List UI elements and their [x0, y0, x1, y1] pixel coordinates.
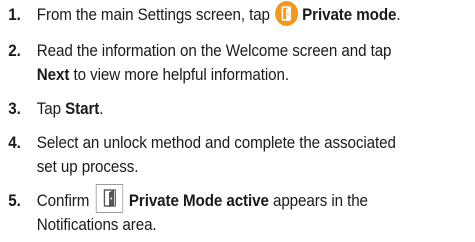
step-text-end: . [396, 6, 401, 24]
step-text-line2: set up process. [36, 158, 139, 176]
step-text: Select an unlock method and complete the… [36, 134, 396, 152]
step-text: Read the information on the Welcome scre… [36, 42, 392, 60]
step-4: 4. Select an unlock method and complete … [0, 131, 469, 179]
step-3: 3. Tap Start. [0, 97, 469, 121]
step-number: 2. [8, 42, 21, 60]
step-number: 1. [8, 6, 21, 24]
step-text: Tap [36, 100, 66, 118]
step-5: 5. Confirm Private Mode active appears i… [0, 184, 469, 237]
next-label: Next [36, 66, 70, 84]
private-mode-notification-icon [95, 184, 124, 214]
private-mode-label: Private mode [302, 6, 397, 24]
step-number: 4. [8, 134, 21, 152]
step-text: From the main Settings screen, tap [36, 6, 270, 24]
step-text-end: appears in the [268, 192, 368, 210]
instruction-steps: 1. From the main Settings screen, tap Pr… [0, 1, 475, 237]
start-label: Start [65, 100, 100, 118]
step-text-end: to view more helpful information. [69, 66, 289, 84]
step-text: Confirm [36, 192, 90, 210]
private-mode-icon [275, 1, 299, 27]
step-text-line2: Notifications area. [36, 216, 157, 235]
step-number: 5. [8, 192, 21, 210]
step-1: 1. From the main Settings screen, tap Pr… [0, 1, 469, 27]
private-mode-active-label: Private Mode active [128, 192, 269, 210]
step-2: 2. Read the information on the Welcome s… [0, 39, 469, 87]
step-number: 3. [8, 100, 21, 118]
step-text-end: . [99, 100, 104, 118]
